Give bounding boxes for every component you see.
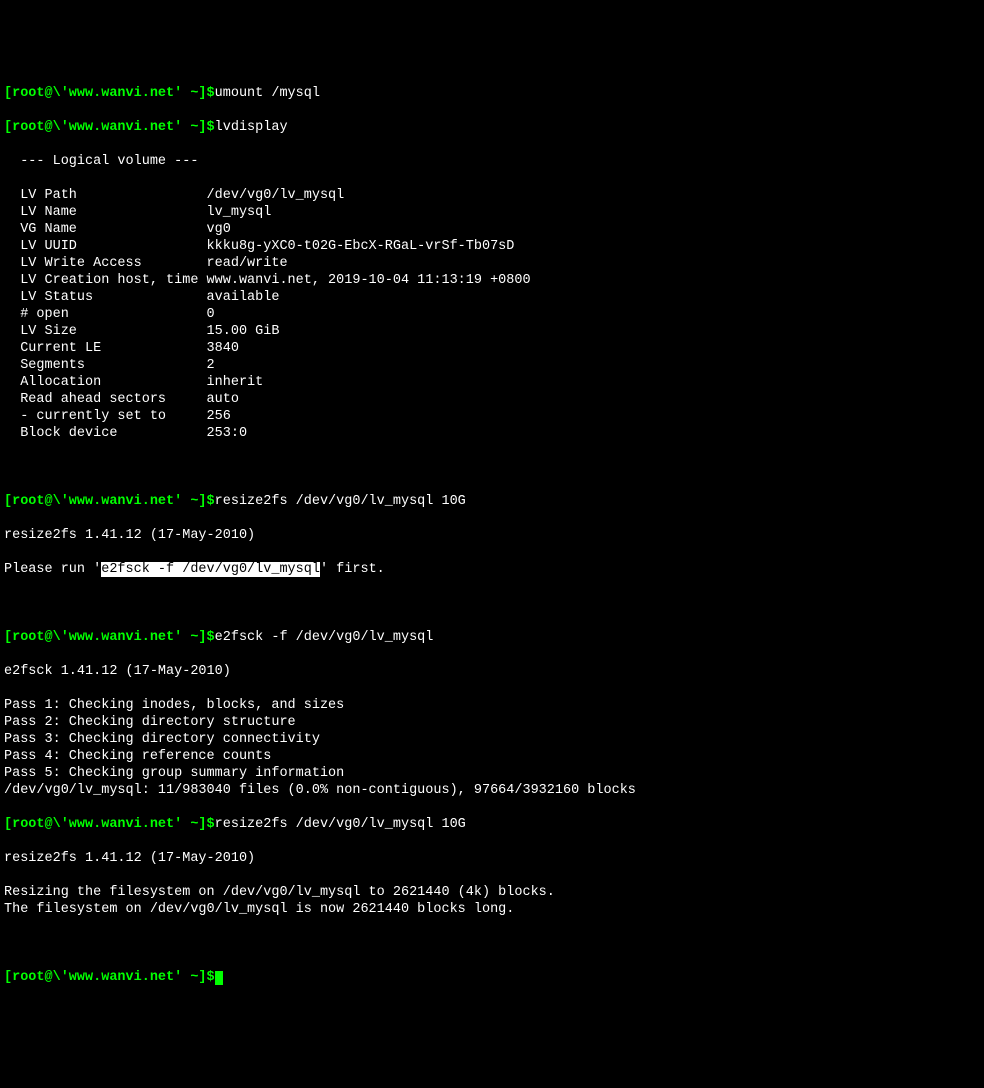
command-text: lvdisplay xyxy=(215,120,288,135)
shell-prompt: [root@\'www.wanvi.net' ~]$ xyxy=(4,494,215,509)
output-line: resize2fs 1.41.12 (17-May-2010) xyxy=(4,850,980,867)
output-line: LV Path /dev/vg0/lv_mysql xyxy=(4,187,980,204)
prompt-line: [root@\'www.wanvi.net' ~]$umount /mysql xyxy=(4,85,980,102)
output-line: LV Creation host, time www.wanvi.net, 20… xyxy=(4,272,980,289)
output-line: Allocation inherit xyxy=(4,374,980,391)
command-text: e2fsck -f /dev/vg0/lv_mysql xyxy=(215,630,434,645)
output-line: Segments 2 xyxy=(4,357,980,374)
output-line xyxy=(4,935,980,952)
output-line: # open 0 xyxy=(4,306,980,323)
output-line: Pass 2: Checking directory structure xyxy=(4,714,980,731)
output-line: LV Status available xyxy=(4,289,980,306)
output-line: LV Write Access read/write xyxy=(4,255,980,272)
output-line: Pass 4: Checking reference counts xyxy=(4,748,980,765)
command-text: resize2fs /dev/vg0/lv_mysql 10G xyxy=(215,494,466,509)
command-text: resize2fs /dev/vg0/lv_mysql 10G xyxy=(215,817,466,832)
shell-prompt: [root@\'www.wanvi.net' ~]$ xyxy=(4,970,215,985)
shell-prompt: [root@\'www.wanvi.net' ~]$ xyxy=(4,630,215,645)
output-line: - currently set to 256 xyxy=(4,408,980,425)
output-line: Resizing the filesystem on /dev/vg0/lv_m… xyxy=(4,884,980,901)
output-line: /dev/vg0/lv_mysql: 11/983040 files (0.0%… xyxy=(4,782,980,799)
prompt-line: [root@\'www.wanvi.net' ~]$e2fsck -f /dev… xyxy=(4,629,980,646)
output-line: Read ahead sectors auto xyxy=(4,391,980,408)
output-line: Pass 1: Checking inodes, blocks, and siz… xyxy=(4,697,980,714)
shell-prompt: [root@\'www.wanvi.net' ~]$ xyxy=(4,817,215,832)
output-line: Block device 253:0 xyxy=(4,425,980,442)
command-text: umount /mysql xyxy=(215,86,320,101)
output-line: The filesystem on /dev/vg0/lv_mysql is n… xyxy=(4,901,980,918)
output-line: resize2fs 1.41.12 (17-May-2010) xyxy=(4,527,980,544)
prompt-line: [root@\'www.wanvi.net' ~]$lvdisplay xyxy=(4,119,980,136)
output-text: Please run ' xyxy=(4,562,101,577)
shell-prompt: [root@\'www.wanvi.net' ~]$ xyxy=(4,120,215,135)
output-line: Please run 'e2fsck -f /dev/vg0/lv_mysql'… xyxy=(4,561,980,578)
output-line: Pass 3: Checking directory connectivity xyxy=(4,731,980,748)
output-line: VG Name vg0 xyxy=(4,221,980,238)
terminal[interactable]: [root@\'www.wanvi.net' ~]$umount /mysql … xyxy=(0,68,984,1003)
output-line: LV Size 15.00 GiB xyxy=(4,323,980,340)
output-line: --- Logical volume --- xyxy=(4,153,980,170)
output-line: LV UUID kkku8g-yXC0-t02G-EbcX-RGaL-vrSf-… xyxy=(4,238,980,255)
prompt-line: [root@\'www.wanvi.net' ~]$ xyxy=(4,969,980,986)
output-text: ' first. xyxy=(320,562,385,577)
highlighted-command: e2fsck -f /dev/vg0/lv_mysql xyxy=(101,562,320,577)
output-line: Current LE 3840 xyxy=(4,340,980,357)
output-line xyxy=(4,595,980,612)
prompt-line: [root@\'www.wanvi.net' ~]$resize2fs /dev… xyxy=(4,493,980,510)
output-line: e2fsck 1.41.12 (17-May-2010) xyxy=(4,663,980,680)
output-line: LV Name lv_mysql xyxy=(4,204,980,221)
output-line xyxy=(4,459,980,476)
shell-prompt: [root@\'www.wanvi.net' ~]$ xyxy=(4,86,215,101)
cursor xyxy=(215,971,223,985)
output-line: Pass 5: Checking group summary informati… xyxy=(4,765,980,782)
prompt-line: [root@\'www.wanvi.net' ~]$resize2fs /dev… xyxy=(4,816,980,833)
